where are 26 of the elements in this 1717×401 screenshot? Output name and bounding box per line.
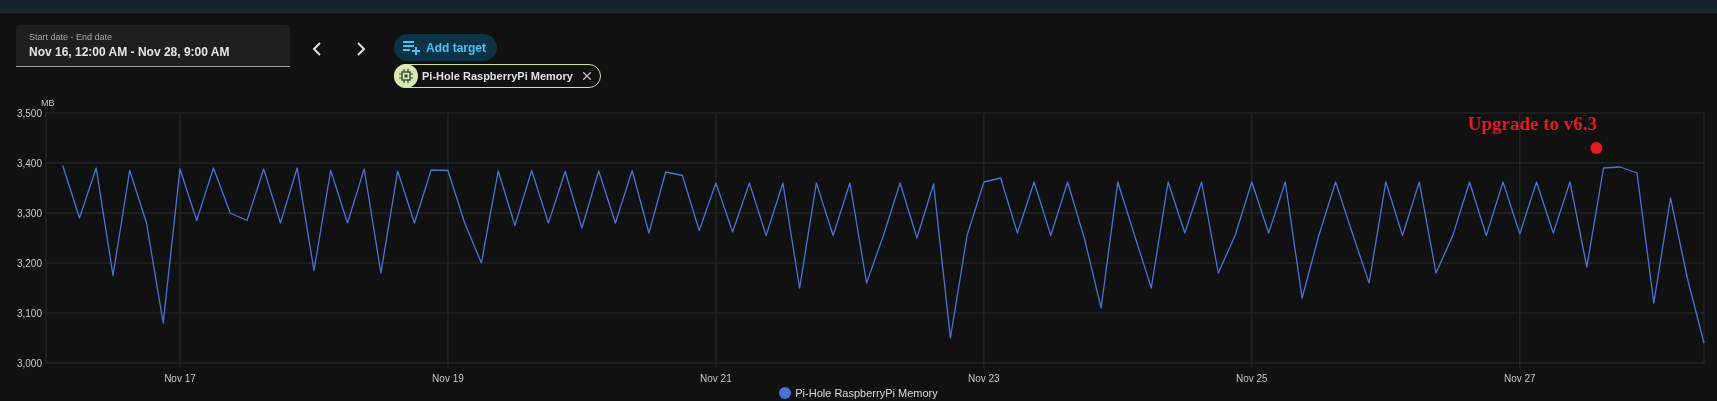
axis-label: Nov 21 [700, 373, 732, 384]
close-icon[interactable] [583, 72, 591, 80]
axis-label: 3,300 [16, 208, 42, 219]
add-target-button[interactable]: Add target [394, 34, 497, 61]
axis-label: 3,200 [16, 258, 42, 269]
axis-label: 3,400 [16, 158, 42, 169]
axis-unit: MB [41, 98, 55, 108]
axis-label: Nov 23 [968, 373, 1000, 384]
axis-label: Nov 27 [1503, 373, 1536, 384]
axis-label: Nov 25 [1235, 373, 1268, 384]
playlist-add-icon [403, 40, 421, 55]
axis-label: 3,000 [16, 358, 42, 369]
axis-label: 3,100 [16, 308, 42, 319]
legend-label[interactable]: Pi-Hole RaspberryPi Memory [795, 387, 938, 399]
chevron-left-icon [312, 42, 322, 56]
axis-label: Nov 17 [164, 373, 196, 384]
field-value: Nov 16, 12:00 AM - Nov 28, 9:00 AM [29, 45, 231, 59]
axis-label: Nov 19 [432, 373, 464, 384]
annotation-label: Upgrade to v6.3 [1467, 113, 1598, 134]
chip-label: Pi-Hole RaspberryPi Memory [422, 70, 573, 82]
chevron-right-icon [356, 42, 366, 56]
axis-label: 3,500 [16, 108, 42, 119]
chip-icon [394, 64, 418, 88]
annotation-dot [1590, 142, 1603, 154]
date-range-field[interactable]: Start date - End date Nov 16, 12:00 AM - Nov 28, 9:00 AM [16, 25, 290, 67]
field-label: Start date - End date [29, 32, 114, 42]
